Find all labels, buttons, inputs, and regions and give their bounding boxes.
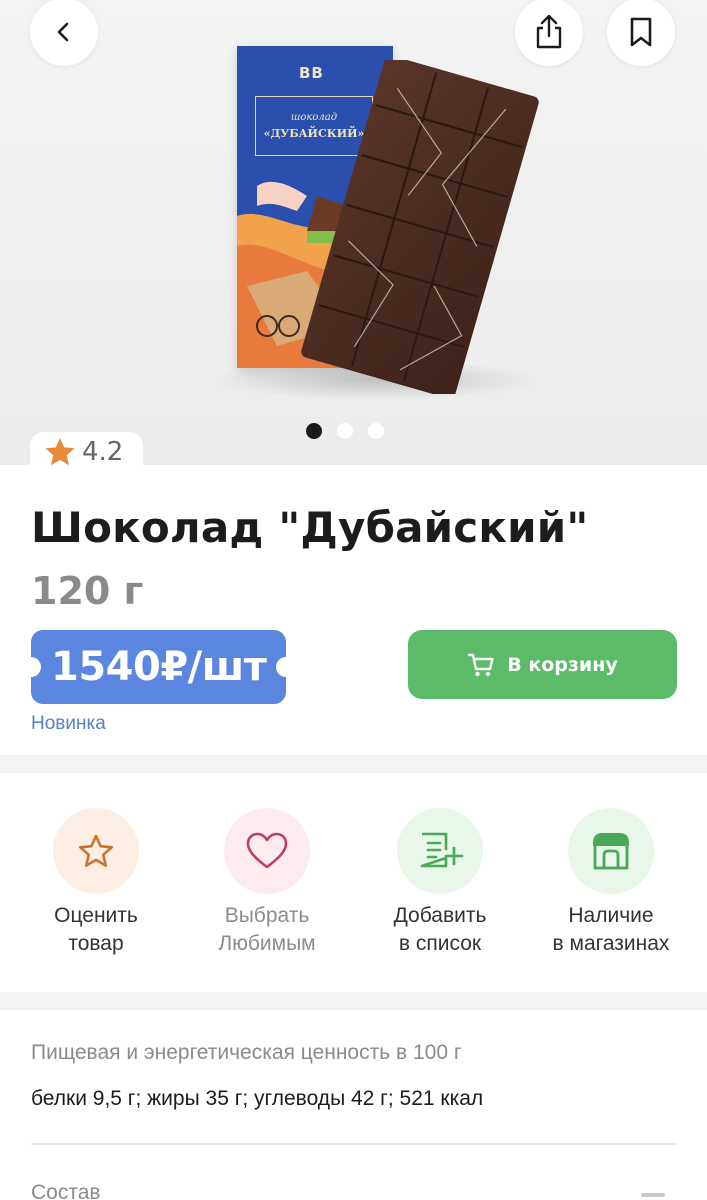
- bookmark-icon: [630, 17, 652, 47]
- rate-action-line2: товар: [68, 932, 124, 955]
- composition-section-header[interactable]: Состав: [31, 1181, 101, 1200]
- product-actions: Оценить товар Выбрать Любимым Добавить в…: [0, 808, 707, 988]
- rating-badge[interactable]: 4.2: [30, 432, 143, 472]
- star-outline-icon: [79, 834, 113, 867]
- price-badge: 1540₽/шт: [31, 630, 286, 704]
- add-to-cart-label: В корзину: [507, 653, 618, 676]
- chocolate-bar-image: [301, 60, 539, 394]
- back-button[interactable]: [30, 0, 98, 66]
- add-to-list-label: Добавить в список: [394, 902, 487, 958]
- store-availability-line2: в магазинах: [552, 932, 670, 955]
- favorite-action-line2: Любимым: [218, 932, 316, 955]
- price-value: 1540₽/шт: [51, 644, 267, 690]
- list-add-icon: [420, 832, 464, 868]
- rating-value: 4.2: [82, 437, 124, 467]
- share-button[interactable]: [515, 0, 583, 66]
- heart-outline-icon: [246, 832, 288, 869]
- new-product-label: Новинка: [31, 713, 106, 734]
- nutrition-value: белки 9,5 г; жиры 35 г; углеводы 42 г; 5…: [31, 1087, 484, 1110]
- carousel-dot-2[interactable]: [337, 423, 353, 439]
- store-icon: [593, 833, 629, 870]
- add-to-list-line1: Добавить: [393, 904, 487, 927]
- price-badge-notch-right: [276, 657, 286, 677]
- product-image-carousel[interactable]: BB шоколад «ДУБАЙСКИЙ»: [0, 0, 707, 465]
- favorite-action[interactable]: Выбрать Любимым: [182, 808, 352, 958]
- cart-icon: [468, 653, 494, 676]
- section-separator-2: [0, 992, 707, 1010]
- divider: [31, 1143, 677, 1145]
- add-to-list-line2: в список: [398, 932, 482, 955]
- nutrition-title: Пищевая и энергетическая ценность в 100 …: [31, 1041, 462, 1064]
- rate-action-line1: Оценить: [54, 904, 138, 927]
- carousel-dot-3[interactable]: [368, 423, 384, 439]
- store-availability-label: Наличие в магазинах: [553, 902, 670, 958]
- add-to-list-action[interactable]: Добавить в список: [355, 808, 525, 958]
- section-separator: [0, 755, 707, 773]
- store-availability-circle: [568, 808, 654, 894]
- store-availability-action[interactable]: Наличие в магазинах: [526, 808, 696, 958]
- favorite-action-label: Выбрать Любимым: [218, 902, 315, 958]
- bookmark-button[interactable]: [607, 0, 675, 66]
- carousel-pagination[interactable]: [306, 423, 384, 439]
- store-availability-line1: Наличие: [568, 904, 654, 927]
- add-to-cart-button[interactable]: В корзину: [408, 630, 677, 699]
- share-icon: [536, 14, 562, 49]
- chevron-left-icon: [57, 22, 69, 42]
- favorite-action-circle: [224, 808, 310, 894]
- rate-action-label: Оценить товар: [54, 902, 138, 958]
- product-weight: 120 г: [31, 569, 144, 613]
- star-icon: [45, 438, 75, 466]
- favorite-action-line1: Выбрать: [224, 904, 310, 927]
- rate-product-action[interactable]: Оценить товар: [11, 808, 181, 958]
- price-badge-notch-left: [31, 657, 41, 677]
- collapse-icon[interactable]: [641, 1193, 665, 1197]
- carousel-dot-1[interactable]: [306, 423, 322, 439]
- product-title: Шоколад "Дубайский": [31, 503, 589, 552]
- add-to-list-circle: [397, 808, 483, 894]
- rate-action-circle: [53, 808, 139, 894]
